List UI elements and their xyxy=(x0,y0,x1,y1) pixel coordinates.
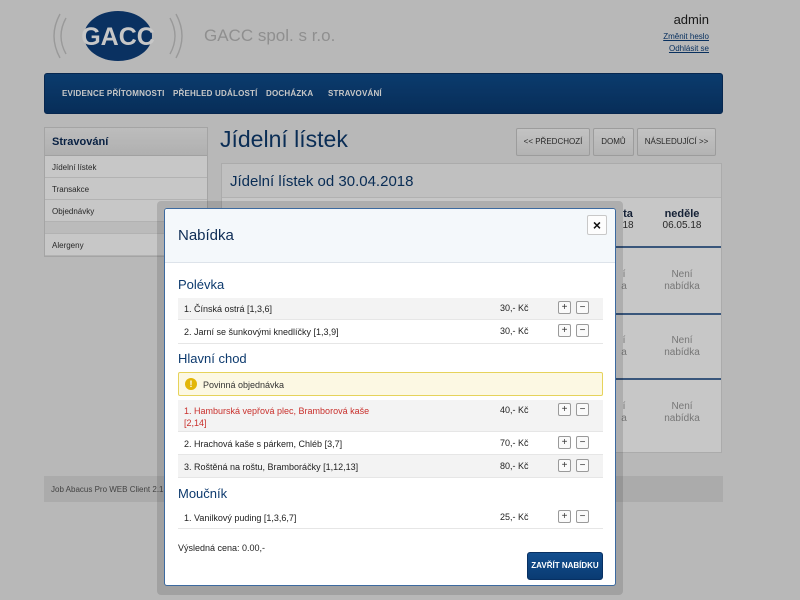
minus-button[interactable]: − xyxy=(576,301,589,314)
section-title-moucnik: Moučník xyxy=(178,486,228,501)
section-title-hlavni-chod: Hlavní chod xyxy=(178,351,247,366)
close-icon[interactable]: × xyxy=(587,215,607,235)
dish-price: 70,- Kč xyxy=(500,438,529,448)
minus-button[interactable]: − xyxy=(576,459,589,472)
dish-name: 1. Čínská ostrá [1,3,6] xyxy=(184,304,273,314)
plus-button[interactable]: + xyxy=(558,403,571,416)
menu-row: 1. Hamburská vepřová plec, Bramborová ka… xyxy=(178,400,603,432)
menu-row: 2. Hrachová kaše s párkem, Chléb [3,7] 7… xyxy=(178,432,603,455)
modal-title: Nabídka xyxy=(178,227,234,244)
dish-name: 1. Vanilkový puding [1,3,6,7] xyxy=(184,513,297,523)
dish-name: 2. Jarní se šunkovými knedlíčky [1,3,9] xyxy=(184,327,339,337)
modal-header: Nabídka × xyxy=(165,209,615,263)
warning-icon: ! xyxy=(185,378,197,390)
dish-price: 30,- Kč xyxy=(500,326,529,336)
plus-button[interactable]: + xyxy=(558,510,571,523)
minus-button[interactable]: − xyxy=(576,436,589,449)
alert-text: Povinná objednávka xyxy=(203,380,285,390)
menu-row: 1. Čínská ostrá [1,3,6] 30,- Kč + − xyxy=(178,298,603,320)
menu-row: 3. Roštěná na roštu, Bramboráčky [1,12,1… xyxy=(178,455,603,478)
minus-button[interactable]: − xyxy=(576,324,589,337)
dish-price: 80,- Kč xyxy=(500,461,529,471)
dish-name: 2. Hrachová kaše s párkem, Chléb [3,7] xyxy=(184,439,343,449)
total-price: Výsledná cena: 0.00,- xyxy=(178,543,266,553)
menu-row: 2. Jarní se šunkovými knedlíčky [1,3,9] … xyxy=(178,320,603,344)
dish-name: 1. Hamburská vepřová plec, Bramborová ka… xyxy=(184,406,370,428)
menu-row: 1. Vanilkový puding [1,3,6,7] 25,- Kč + … xyxy=(178,506,603,529)
close-offer-button[interactable]: ZAVŘÍT NABÍDKU xyxy=(527,552,603,580)
plus-button[interactable]: + xyxy=(558,436,571,449)
dish-name: 3. Roštěná na roštu, Bramboráčky [1,12,1… xyxy=(184,462,359,472)
dish-price: 25,- Kč xyxy=(500,512,529,522)
required-order-alert: ! Povinná objednávka xyxy=(178,372,603,396)
plus-button[interactable]: + xyxy=(558,459,571,472)
dish-price: 30,- Kč xyxy=(500,303,529,313)
plus-button[interactable]: + xyxy=(558,324,571,337)
dish-price: 40,- Kč xyxy=(500,405,529,415)
section-title-polevka: Polévka xyxy=(178,277,225,292)
offer-modal: Nabídka × Polévka 1. Čínská ostrá [1,3,6… xyxy=(164,208,616,586)
plus-button[interactable]: + xyxy=(558,301,571,314)
minus-button[interactable]: − xyxy=(576,403,589,416)
minus-button[interactable]: − xyxy=(576,510,589,523)
